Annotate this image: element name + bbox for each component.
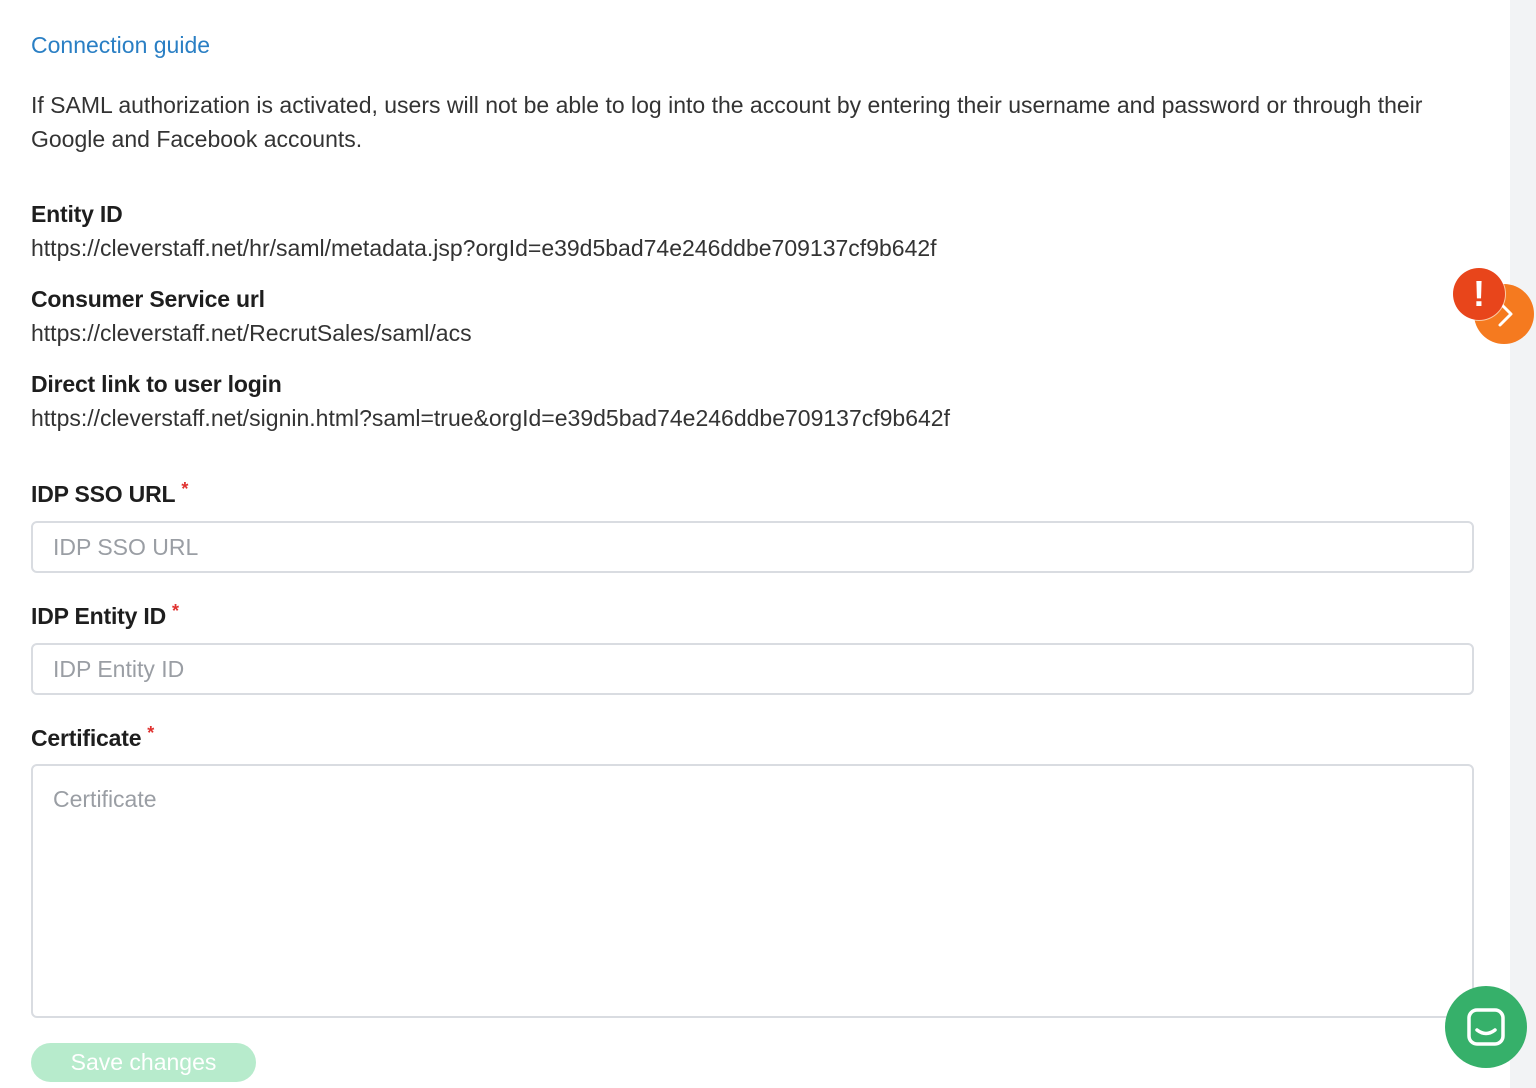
saml-description: If SAML authorization is activated, user…: [31, 92, 1423, 152]
consumer-service-url-value: https://cleverstaff.net/RecrutSales/saml…: [31, 320, 472, 346]
required-marker: *: [172, 601, 179, 621]
required-marker: *: [181, 479, 189, 499]
required-marker: *: [147, 723, 155, 743]
direct-login-link-value: https://cleverstaff.net/signin.html?saml…: [31, 405, 950, 431]
consumer-service-url-label: Consumer Service url: [31, 286, 265, 312]
direct-login-link-label: Direct link to user login: [31, 371, 282, 397]
save-changes-button[interactable]: Save changes: [31, 1043, 256, 1082]
certificate-textarea[interactable]: [31, 764, 1474, 1018]
entity-id-value: https://cleverstaff.net/hr/saml/metadata…: [31, 235, 937, 261]
idp-entity-id-input[interactable]: [31, 643, 1474, 695]
connection-guide-link[interactable]: Connection guide: [31, 32, 210, 59]
alert-badge[interactable]: !: [1453, 268, 1505, 320]
idp-entity-id-label: IDP Entity ID *: [31, 601, 179, 630]
idp-entity-id-label-text: IDP Entity ID: [31, 603, 166, 629]
idp-sso-url-input[interactable]: [31, 521, 1474, 573]
idp-sso-url-label: IDP SSO URL *: [31, 479, 189, 508]
chat-icon: [1467, 1008, 1505, 1046]
idp-sso-url-label-text: IDP SSO URL: [31, 481, 176, 507]
certificate-label: Certificate *: [31, 723, 155, 752]
entity-id-label: Entity ID: [31, 201, 123, 227]
right-edge-panel: [1510, 0, 1536, 1088]
certificate-label-text: Certificate: [31, 725, 142, 751]
chat-widget-button[interactable]: [1445, 986, 1527, 1068]
